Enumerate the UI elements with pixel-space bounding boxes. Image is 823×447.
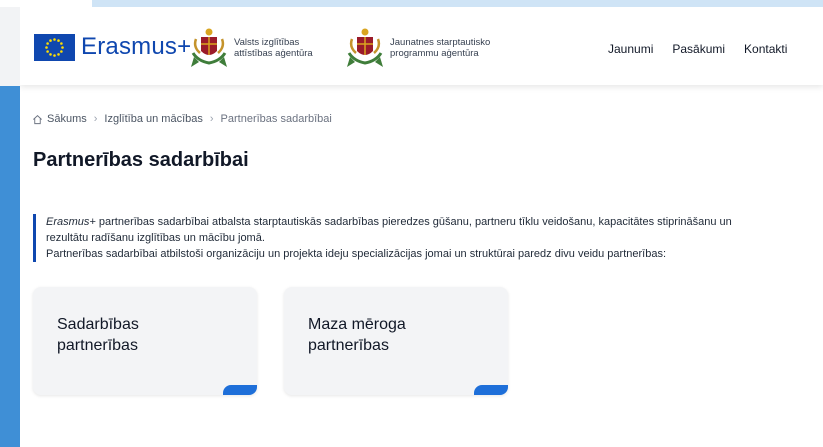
intro-line1-rest: partnerības sadarbībai atbalsta starptau… xyxy=(95,216,732,228)
agency2-line1: Jaunatnes starptautisko xyxy=(390,37,491,48)
main-nav: Jaunumi Pasākumi Kontakti xyxy=(608,42,806,56)
breadcrumb-separator: › xyxy=(93,113,98,125)
nav-item-pasakumi[interactable]: Pasākumi xyxy=(672,42,725,56)
page: Erasmus+ Valsts izglītības attīstības aģ… xyxy=(20,7,823,447)
card-sadarbibas-partneribas[interactable]: Sadarbības partnerības xyxy=(33,287,257,395)
background-strip-top xyxy=(0,0,823,7)
intro-line1: Erasmus+ partnerības sadarbībai atbalsta… xyxy=(46,214,823,230)
breadcrumb-current: Partnerības sadarbībai xyxy=(220,113,332,125)
erasmus-logo[interactable]: Erasmus+ xyxy=(34,33,191,61)
nav-item-jaunumi[interactable]: Jaunumi xyxy=(608,42,653,56)
breadcrumb: Sākums › Izglītība un mācības › Partnerī… xyxy=(32,113,332,125)
site-header: Erasmus+ Valsts izglītības attīstības aģ… xyxy=(20,7,823,85)
agency1-line1: Valsts izglītības xyxy=(234,37,300,48)
intro-line2: rezultātu radīšanu izglītības un mācību … xyxy=(46,232,265,244)
breadcrumb-home[interactable]: Sākums xyxy=(47,113,87,125)
eu-flag-icon xyxy=(34,33,75,61)
home-icon[interactable] xyxy=(32,114,43,125)
agency1-line2: attīstības aģentūra xyxy=(234,48,313,59)
card-maza-meroga-partneribas[interactable]: Maza mēroga partnerības xyxy=(284,287,508,395)
background-strip-left xyxy=(0,86,20,447)
breadcrumb-separator: › xyxy=(209,113,214,125)
page-title: Partnerības sadarbībai xyxy=(33,149,249,171)
coat-of-arms-icon xyxy=(347,28,383,67)
card-title: Maza mēroga partnerības xyxy=(308,316,406,354)
background-strip-left-light xyxy=(0,7,20,86)
intro-text: Erasmus+ partnerības sadarbībai atbalsta… xyxy=(33,214,823,262)
coat-of-arms-icon xyxy=(191,28,227,67)
card-title: Sadarbības partnerības xyxy=(57,316,139,354)
card-accent xyxy=(474,385,508,395)
card-accent xyxy=(223,385,257,395)
agency-viaa[interactable]: Valsts izglītības attīstības aģentūra xyxy=(190,27,354,69)
intro-line3: Partnerības sadarbībai atbilstoši organi… xyxy=(46,248,667,260)
agency2-line2: programmu aģentūra xyxy=(390,48,479,59)
breadcrumb-level1[interactable]: Izglītība un mācības xyxy=(104,113,202,125)
background-strip-top-white xyxy=(0,0,92,7)
brand-name: Erasmus+ xyxy=(81,33,192,60)
nav-item-kontakti[interactable]: Kontakti xyxy=(744,42,787,56)
intro-emphasis: Erasmus+ xyxy=(46,216,96,228)
agency-japa[interactable]: Jaunatnes starptautisko programmu aģentū… xyxy=(346,27,510,69)
